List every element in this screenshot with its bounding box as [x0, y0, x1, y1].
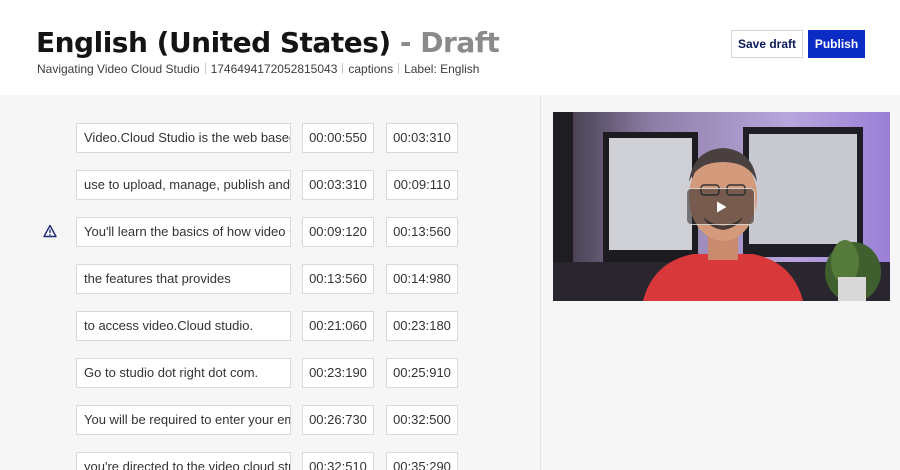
- page-title: English (United States) - Draft: [36, 26, 500, 59]
- cue-text-input[interactable]: the features that provides: [76, 264, 291, 294]
- cue-start-time-input[interactable]: 00:32:510: [302, 452, 374, 470]
- cue-editor[interactable]: Video.Cloud Studio is the web based 00:0…: [0, 95, 540, 470]
- cue-text-input[interactable]: to access video.Cloud studio.: [76, 311, 291, 341]
- cue-end-time-input[interactable]: 00:25:910: [386, 358, 458, 388]
- cue-end-time-input[interactable]: 00:32:500: [386, 405, 458, 435]
- track-kind: captions: [348, 62, 394, 76]
- cue-start-time-input[interactable]: 00:26:730: [302, 405, 374, 435]
- cue-start-time-input[interactable]: 00:03:310: [302, 170, 374, 200]
- cue-row: Go to studio dot right dot com. 00:23:19…: [0, 358, 540, 388]
- warning-triangle-icon[interactable]: [43, 224, 57, 238]
- cue-text-input[interactable]: Go to studio dot right dot com.: [76, 358, 291, 388]
- video-name: Navigating Video Cloud Studio: [37, 62, 200, 76]
- separator: [342, 63, 344, 74]
- cue-text-input[interactable]: use to upload, manage, publish and: [76, 170, 291, 200]
- publish-button[interactable]: Publish: [808, 30, 865, 58]
- cue-row: you're directed to the video cloud studi…: [0, 452, 540, 470]
- play-button[interactable]: [686, 188, 755, 225]
- language-title: English (United States): [36, 26, 391, 59]
- cue-end-time-input[interactable]: 00:09:110: [386, 170, 458, 200]
- draft-status: - Draft: [399, 26, 500, 59]
- preview-panel: [541, 95, 900, 470]
- cue-text-input[interactable]: You'll learn the basics of how video Clo…: [76, 217, 291, 247]
- cue-row: use to upload, manage, publish and 00:03…: [0, 170, 540, 200]
- separator: [398, 63, 400, 74]
- cue-start-time-input[interactable]: 00:13:560: [302, 264, 374, 294]
- cue-row: You will be required to enter your email…: [0, 405, 540, 435]
- cue-start-time-input[interactable]: 00:00:550: [302, 123, 374, 153]
- video-player[interactable]: [553, 112, 890, 301]
- cue-text-input[interactable]: You will be required to enter your email: [76, 405, 291, 435]
- separator: [204, 63, 206, 74]
- cue-row: Video.Cloud Studio is the web based 00:0…: [0, 123, 540, 153]
- cue-end-time-input[interactable]: 00:03:310: [386, 123, 458, 153]
- cue-start-time-input[interactable]: 00:21:060: [302, 311, 374, 341]
- track-metadata: Navigating Video Cloud Studio 17464941720…: [37, 62, 479, 76]
- cue-row: the features that provides 00:13:560 00:…: [0, 264, 540, 294]
- cue-end-time-input[interactable]: 00:35:290: [386, 452, 458, 470]
- cue-end-time-input[interactable]: 00:14:980: [386, 264, 458, 294]
- cue-text-input[interactable]: Video.Cloud Studio is the web based: [76, 123, 291, 153]
- cue-text-input[interactable]: you're directed to the video cloud studi…: [76, 452, 291, 470]
- save-draft-button[interactable]: Save draft: [731, 30, 803, 58]
- play-icon: [716, 201, 726, 212]
- cue-row: to access video.Cloud studio. 00:21:060 …: [0, 311, 540, 341]
- cue-start-time-input[interactable]: 00:23:190: [302, 358, 374, 388]
- track-label: Label: English: [404, 62, 480, 76]
- video-id: 1746494172052815043: [210, 62, 338, 76]
- cue-end-time-input[interactable]: 00:23:180: [386, 311, 458, 341]
- cue-end-time-input[interactable]: 00:13:560: [386, 217, 458, 247]
- cue-start-time-input[interactable]: 00:09:120: [302, 217, 374, 247]
- cue-row: You'll learn the basics of how video Clo…: [0, 217, 540, 247]
- page-header: English (United States) - Draft Navigati…: [0, 0, 900, 95]
